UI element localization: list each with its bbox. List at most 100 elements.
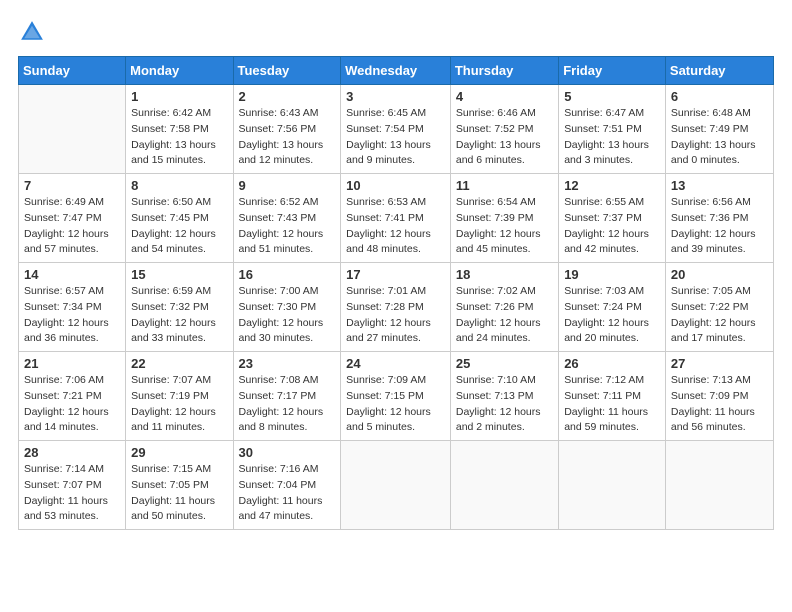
day-info: Sunrise: 7:03 AMSunset: 7:24 PMDaylight:… <box>564 284 660 347</box>
calendar-cell: 21Sunrise: 7:06 AMSunset: 7:21 PMDayligh… <box>19 352 126 441</box>
calendar-cell <box>665 441 773 530</box>
day-info-line: Sunset: 7:47 PM <box>24 212 102 224</box>
calendar-cell: 19Sunrise: 7:03 AMSunset: 7:24 PMDayligh… <box>559 263 666 352</box>
day-info-line: Sunrise: 6:42 AM <box>131 107 211 119</box>
day-info-line: Sunset: 7:52 PM <box>456 123 534 135</box>
day-info-line: and 17 minutes. <box>671 332 746 344</box>
day-info-line: and 42 minutes. <box>564 243 639 255</box>
day-info-line: Daylight: 12 hours <box>131 228 216 240</box>
day-info-line: and 54 minutes. <box>131 243 206 255</box>
day-info: Sunrise: 6:47 AMSunset: 7:51 PMDaylight:… <box>564 106 660 169</box>
day-info-line: Sunset: 7:24 PM <box>564 301 642 313</box>
logo-icon <box>18 18 46 46</box>
day-info-line: Daylight: 11 hours <box>239 495 323 507</box>
day-info-line: Daylight: 12 hours <box>564 317 649 329</box>
day-info-line: Sunrise: 7:15 AM <box>131 463 211 475</box>
calendar-cell: 20Sunrise: 7:05 AMSunset: 7:22 PMDayligh… <box>665 263 773 352</box>
day-info: Sunrise: 7:08 AMSunset: 7:17 PMDaylight:… <box>239 373 336 436</box>
day-info-line: and 24 minutes. <box>456 332 531 344</box>
day-number: 17 <box>346 267 445 282</box>
weekday-header-monday: Monday <box>126 57 233 85</box>
weekday-header-saturday: Saturday <box>665 57 773 85</box>
header <box>18 18 774 46</box>
day-info-line: and 11 minutes. <box>131 421 205 433</box>
day-info-line: Sunrise: 6:56 AM <box>671 196 751 208</box>
calendar-cell: 11Sunrise: 6:54 AMSunset: 7:39 PMDayligh… <box>450 174 558 263</box>
day-info: Sunrise: 7:07 AMSunset: 7:19 PMDaylight:… <box>131 373 227 436</box>
day-number: 5 <box>564 89 660 104</box>
logo <box>18 18 50 46</box>
day-info-line: Sunrise: 7:10 AM <box>456 374 536 386</box>
day-number: 4 <box>456 89 553 104</box>
day-info-line: Sunset: 7:04 PM <box>239 479 317 491</box>
day-info: Sunrise: 6:43 AMSunset: 7:56 PMDaylight:… <box>239 106 336 169</box>
calendar-cell: 24Sunrise: 7:09 AMSunset: 7:15 PMDayligh… <box>341 352 451 441</box>
day-number: 25 <box>456 356 553 371</box>
day-info-line: Sunset: 7:19 PM <box>131 390 209 402</box>
day-info-line: and 45 minutes. <box>456 243 531 255</box>
weekday-header-tuesday: Tuesday <box>233 57 341 85</box>
day-info-line: Sunset: 7:41 PM <box>346 212 424 224</box>
day-info: Sunrise: 7:16 AMSunset: 7:04 PMDaylight:… <box>239 462 336 525</box>
day-info: Sunrise: 7:12 AMSunset: 7:11 PMDaylight:… <box>564 373 660 436</box>
calendar-cell <box>19 85 126 174</box>
day-number: 15 <box>131 267 227 282</box>
calendar-cell: 7Sunrise: 6:49 AMSunset: 7:47 PMDaylight… <box>19 174 126 263</box>
day-info: Sunrise: 6:57 AMSunset: 7:34 PMDaylight:… <box>24 284 120 347</box>
day-info-line: Daylight: 12 hours <box>239 317 324 329</box>
day-info-line: Daylight: 11 hours <box>131 495 215 507</box>
day-info-line: Sunrise: 6:43 AM <box>239 107 319 119</box>
day-info-line: Sunset: 7:05 PM <box>131 479 209 491</box>
calendar-cell: 6Sunrise: 6:48 AMSunset: 7:49 PMDaylight… <box>665 85 773 174</box>
day-info-line: Daylight: 13 hours <box>131 139 216 151</box>
day-info-line: Sunrise: 7:14 AM <box>24 463 104 475</box>
calendar-cell <box>559 441 666 530</box>
day-info: Sunrise: 6:49 AMSunset: 7:47 PMDaylight:… <box>24 195 120 258</box>
day-info-line: and 0 minutes. <box>671 154 740 166</box>
calendar: SundayMondayTuesdayWednesdayThursdayFrid… <box>18 56 774 530</box>
day-info: Sunrise: 6:59 AMSunset: 7:32 PMDaylight:… <box>131 284 227 347</box>
day-info-line: Sunrise: 6:45 AM <box>346 107 426 119</box>
calendar-cell: 22Sunrise: 7:07 AMSunset: 7:19 PMDayligh… <box>126 352 233 441</box>
day-info: Sunrise: 7:14 AMSunset: 7:07 PMDaylight:… <box>24 462 120 525</box>
day-info: Sunrise: 6:55 AMSunset: 7:37 PMDaylight:… <box>564 195 660 258</box>
day-number: 30 <box>239 445 336 460</box>
day-info-line: and 27 minutes. <box>346 332 421 344</box>
day-info: Sunrise: 7:13 AMSunset: 7:09 PMDaylight:… <box>671 373 768 436</box>
calendar-cell: 14Sunrise: 6:57 AMSunset: 7:34 PMDayligh… <box>19 263 126 352</box>
day-info-line: Sunset: 7:49 PM <box>671 123 749 135</box>
week-row-1: 1Sunrise: 6:42 AMSunset: 7:58 PMDaylight… <box>19 85 774 174</box>
calendar-cell: 16Sunrise: 7:00 AMSunset: 7:30 PMDayligh… <box>233 263 341 352</box>
day-info-line: and 5 minutes. <box>346 421 415 433</box>
day-number: 18 <box>456 267 553 282</box>
day-number: 26 <box>564 356 660 371</box>
day-info-line: Sunset: 7:54 PM <box>346 123 424 135</box>
day-info-line: and 33 minutes. <box>131 332 206 344</box>
day-number: 8 <box>131 178 227 193</box>
day-info-line: and 2 minutes. <box>456 421 525 433</box>
calendar-cell: 1Sunrise: 6:42 AMSunset: 7:58 PMDaylight… <box>126 85 233 174</box>
day-info-line: Sunset: 7:34 PM <box>24 301 102 313</box>
day-number: 10 <box>346 178 445 193</box>
day-info-line: Sunset: 7:21 PM <box>24 390 102 402</box>
day-info-line: Daylight: 12 hours <box>239 228 324 240</box>
day-info-line: and 47 minutes. <box>239 510 314 522</box>
day-number: 9 <box>239 178 336 193</box>
day-info: Sunrise: 6:46 AMSunset: 7:52 PMDaylight:… <box>456 106 553 169</box>
day-info-line: Sunrise: 6:57 AM <box>24 285 104 297</box>
day-info: Sunrise: 6:42 AMSunset: 7:58 PMDaylight:… <box>131 106 227 169</box>
day-info-line: and 6 minutes. <box>456 154 525 166</box>
day-info-line: Sunrise: 6:50 AM <box>131 196 211 208</box>
day-info-line: Sunset: 7:28 PM <box>346 301 424 313</box>
day-info-line: Daylight: 12 hours <box>131 406 216 418</box>
day-info-line: Sunrise: 7:08 AM <box>239 374 319 386</box>
day-info-line: and 48 minutes. <box>346 243 421 255</box>
day-info-line: Sunset: 7:13 PM <box>456 390 534 402</box>
day-info-line: and 30 minutes. <box>239 332 314 344</box>
day-info-line: Daylight: 12 hours <box>239 406 324 418</box>
day-info-line: Daylight: 12 hours <box>346 228 431 240</box>
day-info-line: Sunset: 7:26 PM <box>456 301 534 313</box>
day-info: Sunrise: 6:50 AMSunset: 7:45 PMDaylight:… <box>131 195 227 258</box>
weekday-header-thursday: Thursday <box>450 57 558 85</box>
day-info-line: Daylight: 12 hours <box>346 406 431 418</box>
